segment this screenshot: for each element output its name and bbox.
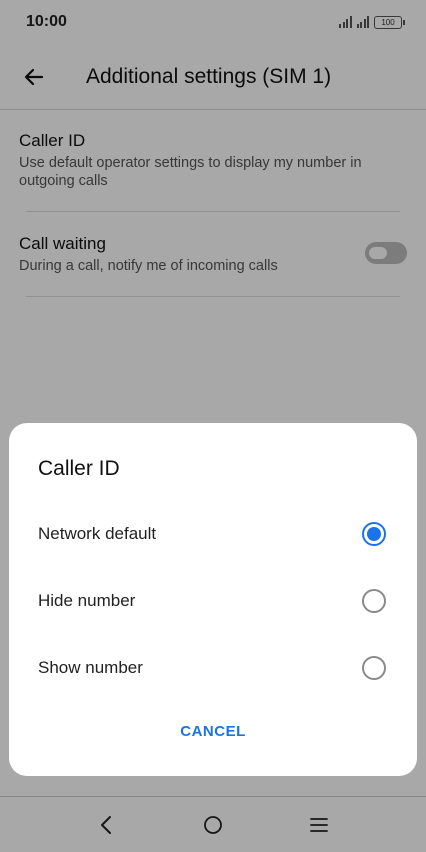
option-label: Hide number (38, 591, 136, 610)
radio-selected-icon[interactable] (362, 522, 386, 546)
radio-unselected-icon[interactable] (362, 589, 386, 613)
dialog-title: Caller ID (38, 457, 120, 480)
option-hide-number[interactable]: Hide number (9, 573, 417, 629)
option-label: Network default (38, 524, 157, 543)
caller-id-dialog: Caller ID Network default Hide number Sh… (9, 423, 417, 776)
radio-unselected-icon[interactable] (362, 656, 386, 680)
cancel-button[interactable]: CANCEL (9, 723, 417, 740)
option-network-default[interactable]: Network default (9, 506, 417, 562)
option-show-number[interactable]: Show number (9, 640, 417, 696)
option-label: Show number (38, 658, 143, 677)
